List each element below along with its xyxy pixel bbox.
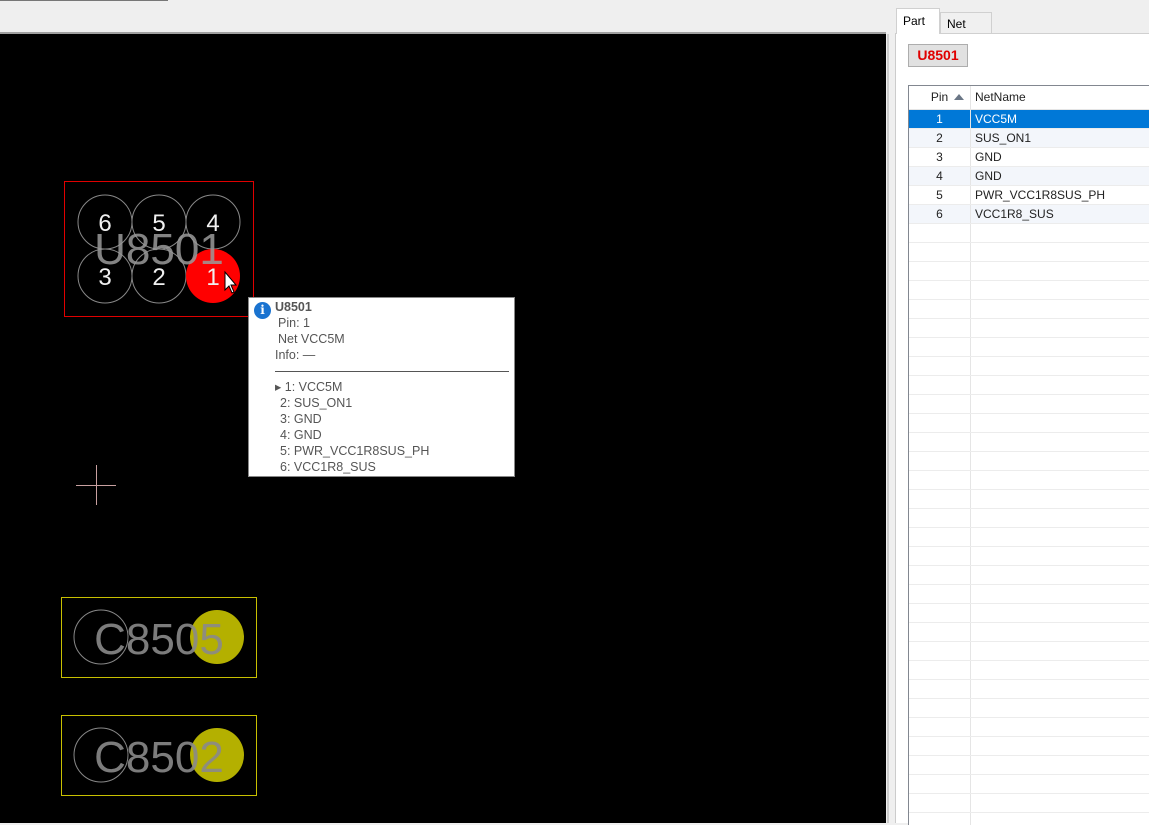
empty-row bbox=[909, 433, 1149, 452]
empty-row bbox=[909, 262, 1149, 281]
net-cell: GND bbox=[975, 169, 1002, 183]
tab-part[interactable]: Part bbox=[896, 8, 940, 34]
tooltip-title: U8501 bbox=[275, 300, 312, 314]
empty-row bbox=[909, 471, 1149, 490]
pin-cell: 2 bbox=[909, 129, 971, 147]
pin-cell: 5 bbox=[909, 186, 971, 204]
tooltip-pin: Pin: 1 bbox=[278, 316, 310, 330]
net-cell: PWR_VCC1R8SUS_PH bbox=[975, 188, 1106, 202]
net-cell: SUS_ON1 bbox=[975, 131, 1032, 145]
empty-row bbox=[909, 414, 1149, 433]
empty-row bbox=[909, 395, 1149, 414]
part-panel: U8501 Pin NetName 1 VCC5M 2 SUS_ON1 3 GND 4… bbox=[895, 33, 1149, 825]
info-icon: i bbox=[254, 302, 271, 319]
part-c8505[interactable]: C8505 bbox=[61, 597, 257, 678]
empty-row bbox=[909, 243, 1149, 262]
sort-ascending-icon bbox=[954, 94, 964, 100]
pin-cell: 3 bbox=[909, 148, 971, 166]
pin-number: 6 bbox=[98, 210, 111, 237]
tooltip-net: Net VCC5M bbox=[278, 332, 345, 346]
tooltip-pin-line: 4: GND bbox=[280, 428, 322, 442]
empty-row bbox=[909, 547, 1149, 566]
empty-row bbox=[909, 718, 1149, 737]
empty-row bbox=[909, 642, 1149, 661]
pin-number: 3 bbox=[98, 264, 111, 291]
pin-number: 1 bbox=[206, 264, 219, 291]
empty-row bbox=[909, 794, 1149, 813]
net-cell: GND bbox=[975, 150, 1002, 164]
column-header-pin[interactable]: Pin bbox=[909, 86, 971, 109]
part-name-button[interactable]: U8501 bbox=[908, 44, 968, 67]
origin-crosshair bbox=[76, 465, 116, 505]
part-label: C8505 bbox=[94, 615, 224, 664]
empty-row bbox=[909, 376, 1149, 395]
empty-row bbox=[909, 661, 1149, 680]
empty-row bbox=[909, 775, 1149, 794]
empty-row bbox=[909, 490, 1149, 509]
pin-number: 5 bbox=[152, 210, 165, 237]
empty-row bbox=[909, 300, 1149, 319]
table-row[interactable]: 5 PWR_VCC1R8SUS_PH bbox=[909, 186, 1149, 205]
part-u8501[interactable]: U8501 6 5 4 3 2 1 bbox=[64, 181, 254, 317]
empty-rows bbox=[909, 224, 1149, 825]
table-row[interactable]: 3 GND bbox=[909, 148, 1149, 167]
pin-tooltip: i U8501 Pin: 1 Net VCC5M Info: — ▸ 1: VC… bbox=[248, 297, 515, 477]
empty-row bbox=[909, 585, 1149, 604]
column-header-netname[interactable]: NetName bbox=[971, 86, 1149, 109]
empty-row bbox=[909, 528, 1149, 547]
pin-number: 4 bbox=[206, 210, 219, 237]
tooltip-pin-line: 2: SUS_ON1 bbox=[280, 396, 353, 410]
empty-row bbox=[909, 623, 1149, 642]
column-label: Pin bbox=[930, 90, 949, 104]
empty-row bbox=[909, 319, 1149, 338]
table-row[interactable]: 6 VCC1R8_SUS bbox=[909, 205, 1149, 224]
tab-net[interactable]: Net (84) bbox=[940, 12, 992, 45]
empty-row bbox=[909, 699, 1149, 718]
empty-row bbox=[909, 756, 1149, 775]
net-cell: VCC5M bbox=[975, 112, 1018, 126]
table-row[interactable]: 4 GND bbox=[909, 167, 1149, 186]
empty-row bbox=[909, 357, 1149, 376]
empty-row bbox=[909, 566, 1149, 585]
empty-row bbox=[909, 680, 1149, 699]
panel-splitter[interactable] bbox=[887, 34, 889, 823]
pin-cell: 4 bbox=[909, 167, 971, 185]
tooltip-pin-line: 3: GND bbox=[280, 412, 322, 426]
tooltip-divider bbox=[275, 371, 509, 372]
net-cell: VCC1R8_SUS bbox=[975, 207, 1054, 221]
pin-net-grid: Pin NetName 1 VCC5M 2 SUS_ON1 3 GND 4 GND 5P… bbox=[908, 85, 1149, 825]
empty-row bbox=[909, 452, 1149, 471]
empty-row bbox=[909, 604, 1149, 623]
empty-row bbox=[909, 737, 1149, 756]
table-row[interactable]: 1 VCC5M bbox=[909, 110, 1149, 129]
tooltip-pin-line: 6: VCC1R8_SUS bbox=[280, 460, 376, 474]
part-label: C8502 bbox=[94, 733, 224, 782]
tooltip-pin-line: 5: PWR_VCC1R8SUS_PH bbox=[280, 444, 430, 458]
empty-row bbox=[909, 224, 1149, 243]
part-c8502[interactable]: C8502 bbox=[61, 715, 257, 796]
grid-header: Pin NetName bbox=[909, 86, 1149, 110]
tooltip-pin-line: ▸ 1: VCC5M bbox=[275, 380, 343, 394]
empty-row bbox=[909, 509, 1149, 528]
pin-number: 2 bbox=[152, 264, 165, 291]
empty-row bbox=[909, 338, 1149, 357]
empty-row bbox=[909, 813, 1149, 825]
pin-cell: 1 bbox=[909, 110, 971, 128]
table-row[interactable]: 2 SUS_ON1 bbox=[909, 129, 1149, 148]
pin-cell: 6 bbox=[909, 205, 971, 223]
empty-row bbox=[909, 281, 1149, 300]
toolbar-divider bbox=[0, 0, 168, 1]
tooltip-info: Info: — bbox=[275, 348, 316, 362]
toolbar-area bbox=[0, 0, 886, 34]
